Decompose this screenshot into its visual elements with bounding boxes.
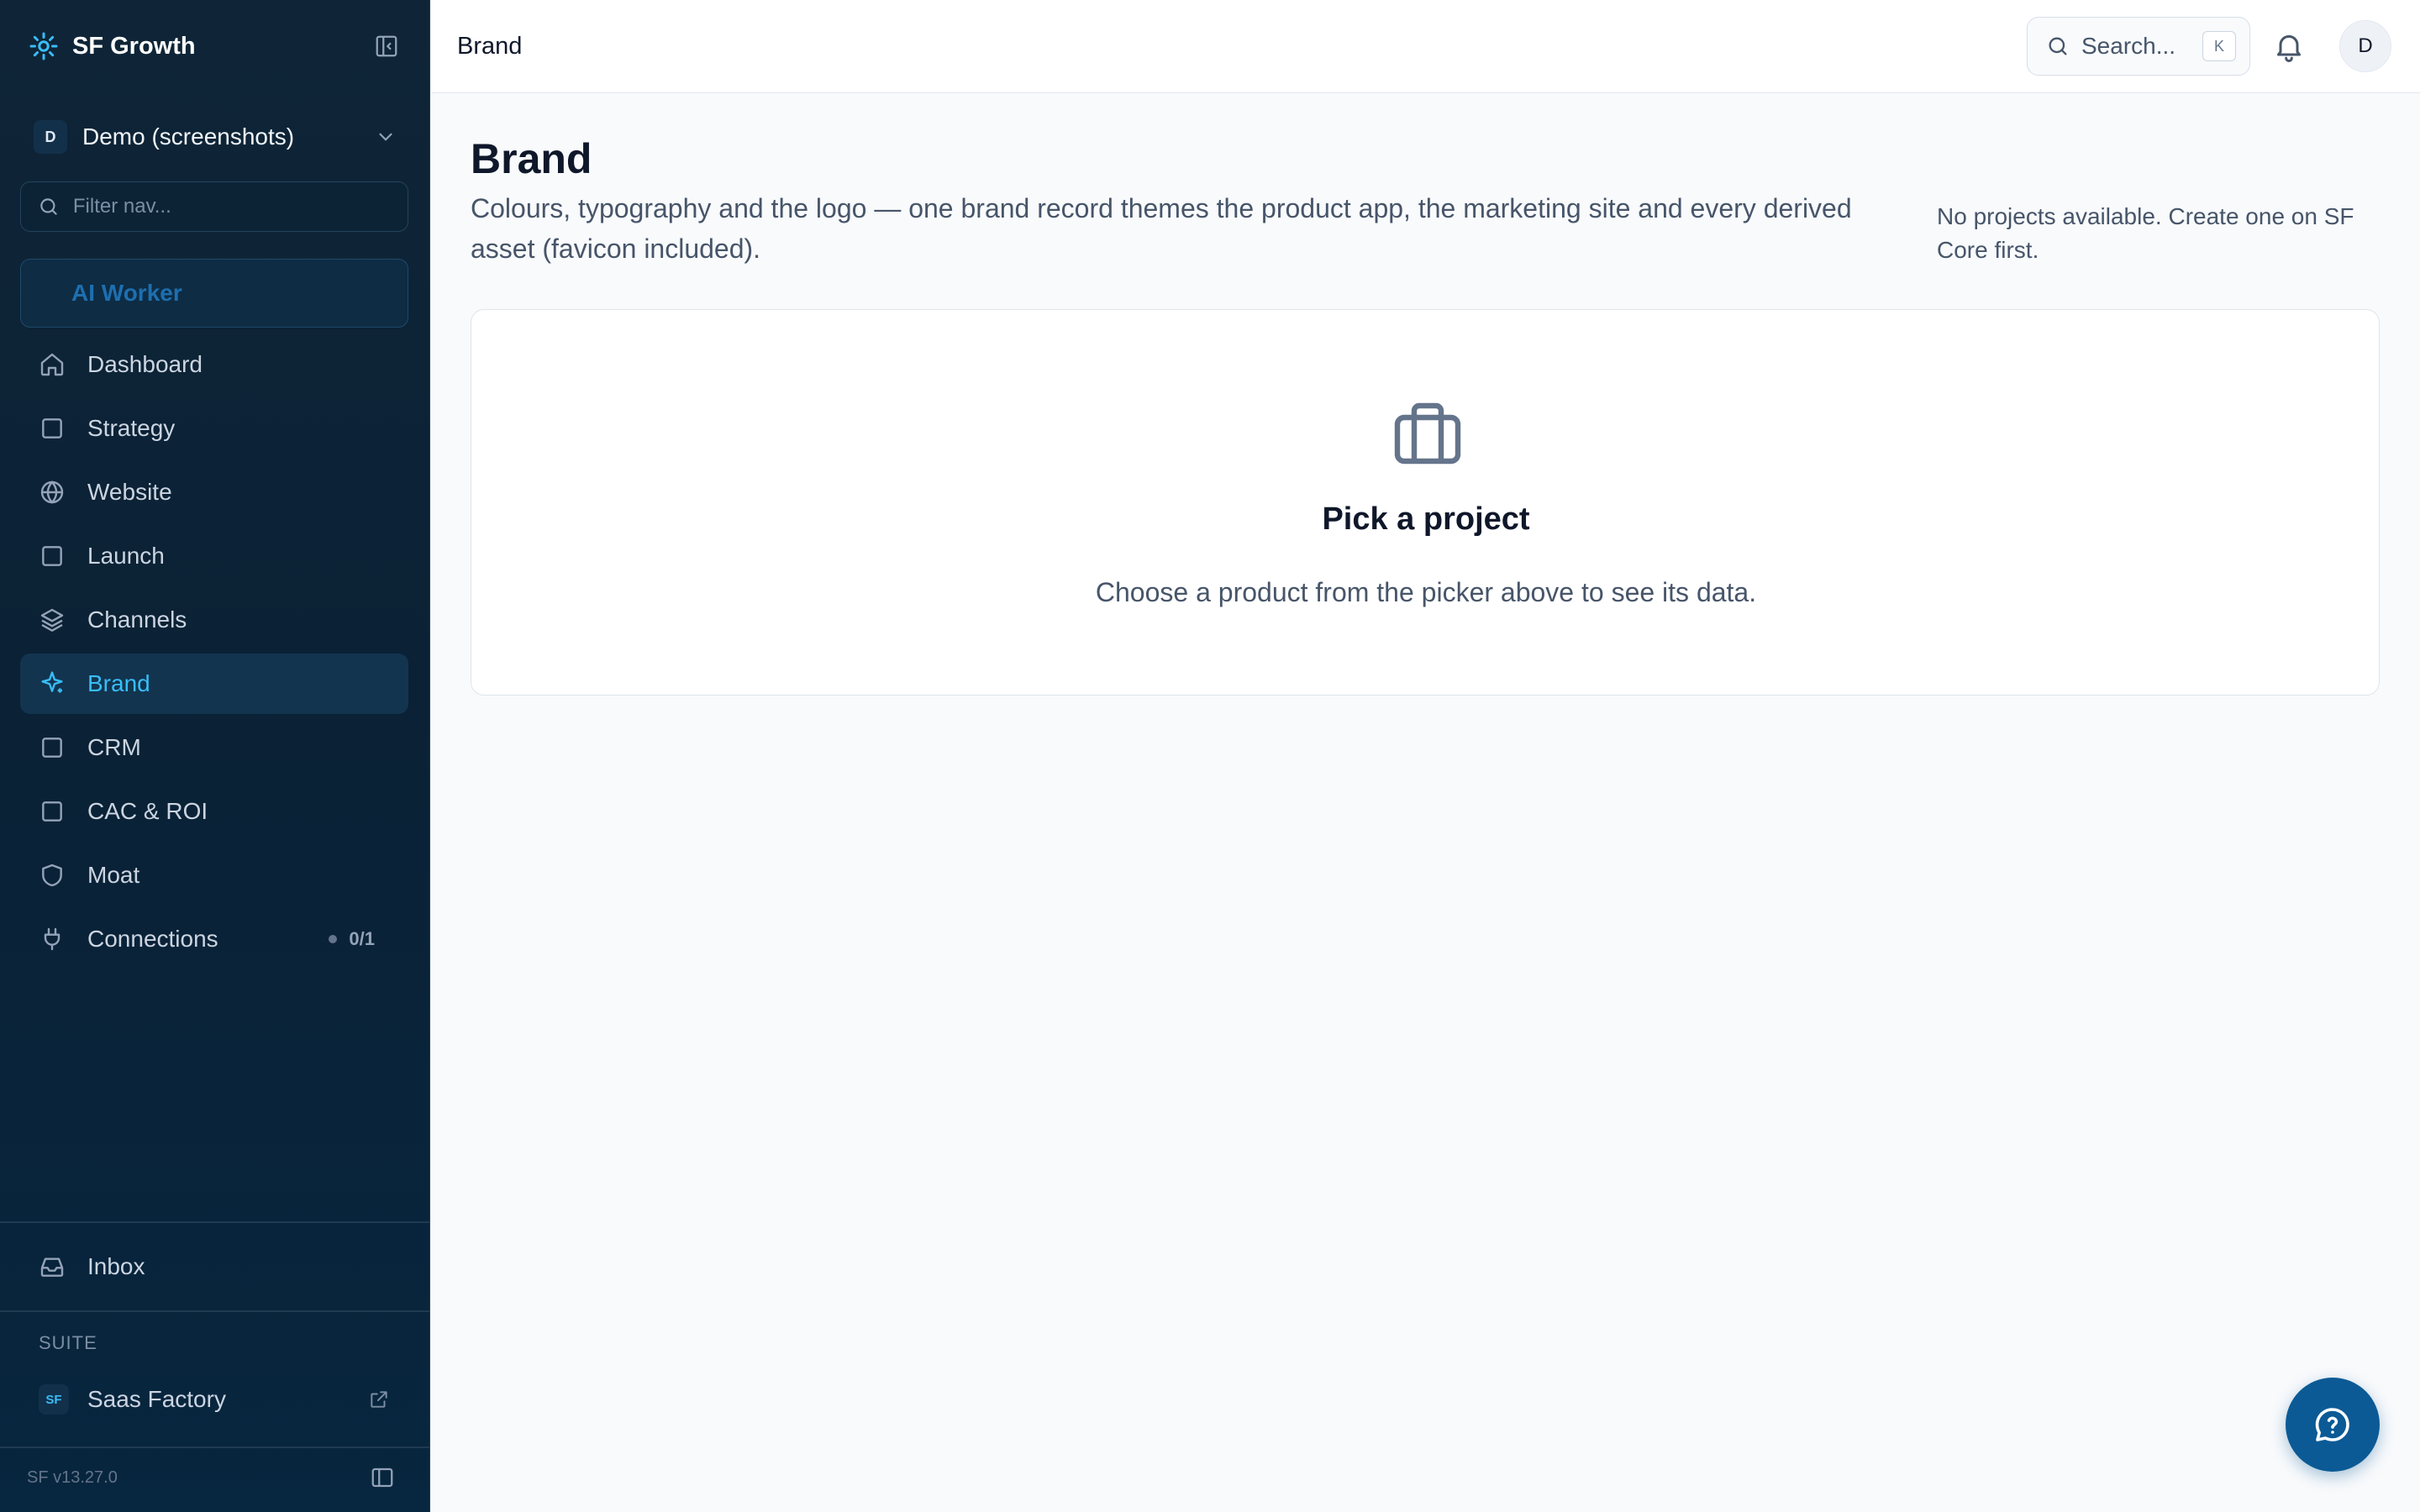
globe-icon: [40, 480, 64, 504]
home-icon: [40, 353, 64, 376]
sidebar-item-dashboard[interactable]: Dashboard: [20, 334, 408, 395]
global-search[interactable]: Search... K: [2027, 17, 2250, 76]
empty-state-subtitle: Choose a product from the picker above t…: [1095, 577, 1757, 607]
sidebar-item-label: CAC & ROI: [87, 798, 208, 824]
panel-toggle-icon[interactable]: [370, 1465, 395, 1490]
help-chat-button[interactable]: [2286, 1378, 2380, 1472]
square-icon: [42, 546, 62, 566]
sidebar-item-brand[interactable]: Brand: [20, 654, 408, 714]
sidebar-item-label: Moat: [87, 862, 140, 888]
sidebar-nav: Dashboard Strategy Website Launch Channe…: [20, 334, 408, 973]
sidebar-item-channels[interactable]: Channels: [20, 590, 408, 650]
filter-nav-field[interactable]: [20, 181, 408, 232]
empty-state-title: Pick a project: [1322, 501, 1530, 537]
filter-nav-input[interactable]: [72, 195, 391, 218]
ai-worker-button[interactable]: AI Worker: [20, 259, 408, 328]
bell-icon[interactable]: [2272, 29, 2306, 63]
sun-logo-icon: [29, 32, 58, 60]
panel-collapse-icon: [376, 35, 397, 57]
sidebar-item-label: Dashboard: [87, 351, 203, 377]
square-icon: [42, 801, 62, 822]
square-icon: [42, 418, 62, 438]
sparkle-icon: [41, 671, 63, 693]
search-icon: [2049, 37, 2067, 55]
suite-item-saas-factory[interactable]: SF Saas Factory: [20, 1371, 408, 1428]
sidebar-divider: [0, 1221, 430, 1223]
inbox-icon: [40, 1257, 64, 1277]
app-version: SF v13.27.0: [27, 1468, 118, 1487]
app-name: SF Growth: [72, 32, 196, 60]
search-shortcut-key: K: [2202, 31, 2236, 61]
sidebar-item-crm[interactable]: CRM: [20, 717, 408, 778]
sidebar-item-launch[interactable]: Launch: [20, 526, 408, 586]
shield-icon: [42, 864, 62, 887]
search-icon: [40, 198, 57, 215]
sidebar-item-label: CRM: [87, 734, 141, 760]
sidebar-item-connections[interactable]: Connections 0/1: [20, 909, 408, 969]
connections-count: 0/1: [349, 928, 375, 949]
help-chat-icon: [2315, 1408, 2349, 1441]
plug-icon: [44, 927, 60, 951]
sidebar-item-cac-roi[interactable]: CAC & ROI: [20, 781, 408, 842]
sidebar-item-label: Website: [87, 479, 172, 505]
square-icon: [42, 738, 62, 758]
layers-icon: [40, 608, 64, 632]
top-bar: Brand Search... K D: [431, 0, 2420, 93]
workspace-avatar: D: [34, 120, 67, 154]
sidebar-item-website[interactable]: Website: [20, 462, 408, 522]
sidebar-item-label: Strategy: [87, 415, 176, 441]
sidebar-item-moat[interactable]: Moat: [20, 845, 408, 906]
chevron-down-icon: [379, 133, 392, 141]
page-title: Brand: [471, 135, 592, 182]
page-description: Colours, typography and the logo — one b…: [471, 193, 1852, 264]
workspace-switcher[interactable]: D Demo (screenshots): [20, 109, 410, 165]
saas-factory-chip: SF: [39, 1384, 69, 1415]
suite-item-label: Saas Factory: [87, 1386, 226, 1412]
status-dot: [329, 935, 338, 943]
suite-heading: SUITE: [39, 1332, 97, 1353]
connections-badge: 0/1: [329, 928, 390, 950]
search-placeholder: Search...: [2081, 33, 2176, 59]
collapse-sidebar-button[interactable]: [371, 31, 402, 61]
briefcase-icon: [1394, 402, 1461, 465]
empty-state-card: Pick a project Choose a product from the…: [471, 309, 2380, 696]
workspace-name: Demo (screenshots): [82, 123, 295, 150]
sidebar-item-label: Connections: [87, 926, 218, 952]
sidebar-item-label: Launch: [87, 543, 165, 569]
sidebar: SF Growth D Demo (screenshots) AI Worker…: [0, 0, 430, 1512]
external-link-icon: [371, 1391, 387, 1408]
sidebar-divider: [0, 1446, 430, 1448]
sidebar-item-inbox[interactable]: Inbox: [20, 1236, 408, 1297]
no-projects-note: No projects available. Create one on SF …: [1937, 203, 2354, 263]
sidebar-item-label: Inbox: [87, 1253, 145, 1279]
sidebar-item-strategy[interactable]: Strategy: [20, 398, 408, 459]
sidebar-brand: SF Growth: [0, 0, 430, 92]
user-avatar[interactable]: D: [2339, 20, 2391, 72]
sidebar-divider: [0, 1310, 430, 1312]
sidebar-item-label: Channels: [87, 606, 187, 633]
header-title: Brand: [457, 32, 523, 60]
sidebar-item-label: Brand: [87, 670, 150, 696]
